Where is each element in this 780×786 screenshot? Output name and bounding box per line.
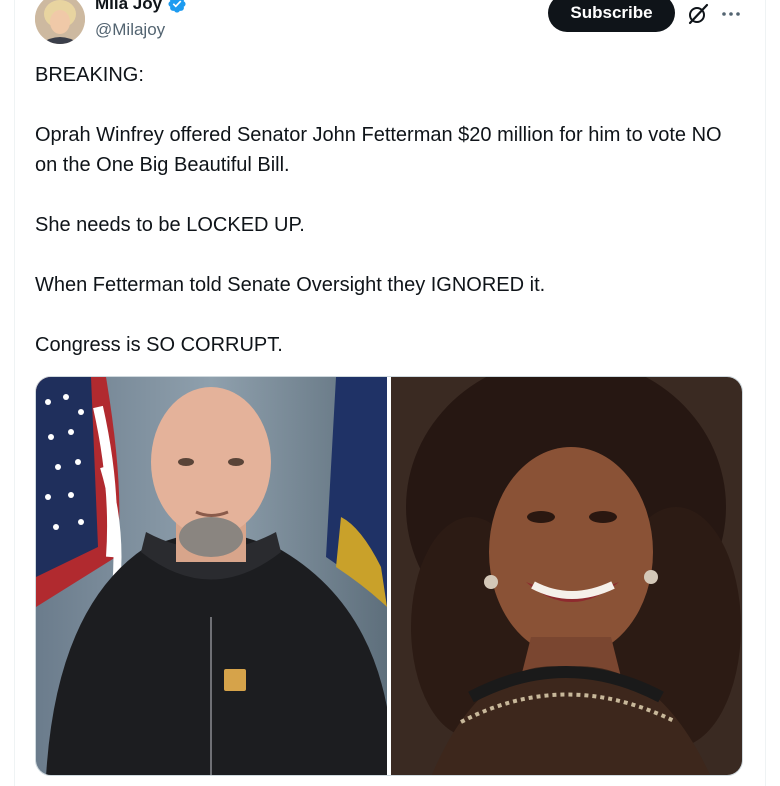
subscribe-button[interactable]: Subscribe (548, 0, 675, 32)
more-options-icon[interactable] (719, 3, 743, 25)
post-paragraph: When Fetterman told Senate Oversight the… (35, 274, 546, 296)
post-paragraph: She needs to be LOCKED UP. (35, 214, 305, 236)
post-media (35, 376, 743, 776)
photo-smiling-woman-with-curly-hair[interactable] (391, 377, 742, 775)
grok-icon[interactable] (686, 2, 710, 26)
author-handle[interactable]: @Milajoy (95, 19, 165, 41)
post-paragraph: Congress is SO CORRUPT. (35, 334, 283, 356)
photo-man-in-dark-hoodie-with-flags[interactable] (36, 377, 387, 775)
post-text: BREAKING: Oprah Winfrey offered Senator … (35, 60, 735, 390)
display-name[interactable]: Mila Joy (95, 0, 162, 14)
verified-badge-icon (167, 0, 187, 14)
author-name-row[interactable]: Mila Joy (95, 0, 187, 15)
post-paragraph: BREAKING: (35, 64, 144, 86)
post-paragraph: Oprah Winfrey offered Senator John Fette… (35, 124, 722, 176)
